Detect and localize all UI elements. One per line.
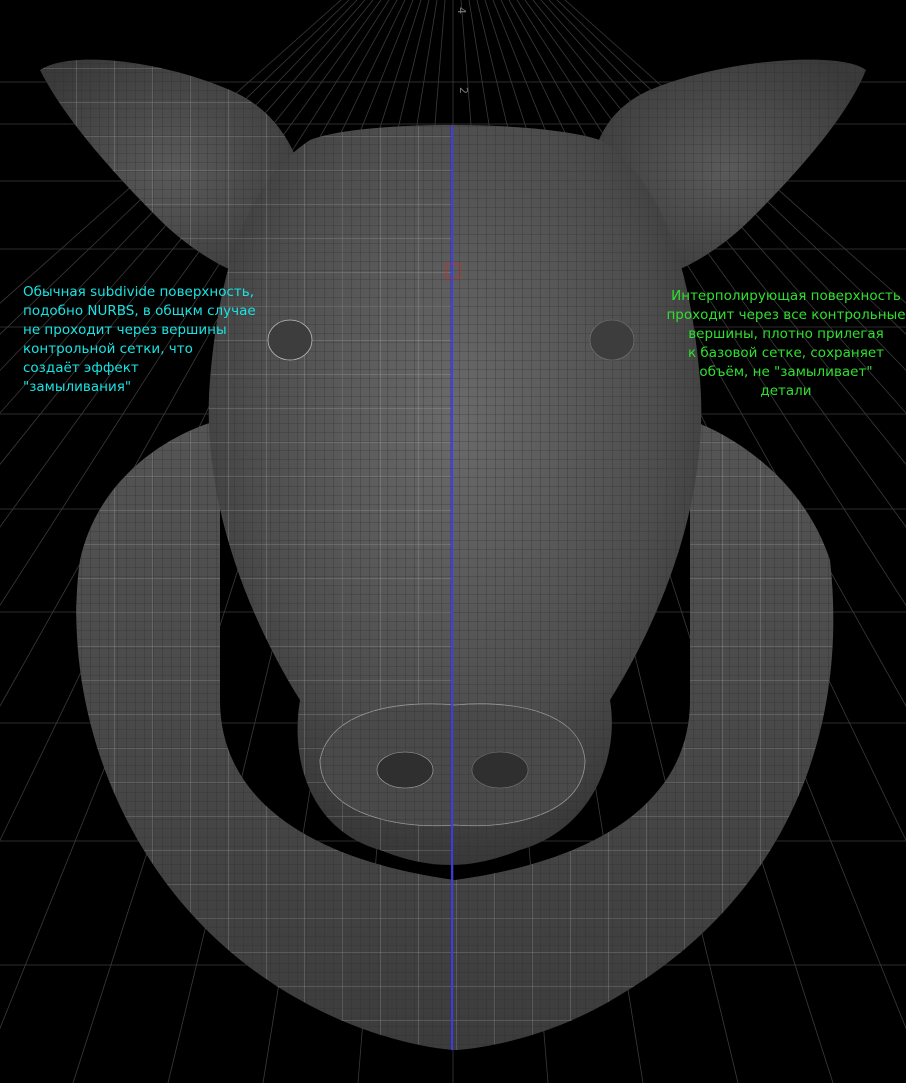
- axis-tick-label: 2: [457, 87, 470, 94]
- viewport-canvas: [0, 0, 906, 1083]
- annotation-left-subdivide: Обычная subdivide поверхность, подобно N…: [23, 284, 256, 395]
- left-nostril: [376, 751, 434, 789]
- axis-tick-label: 4: [455, 7, 468, 14]
- annotation-right-interpolating: Интерполирующая поверхность проходит чер…: [666, 288, 906, 399]
- left-eye: [267, 319, 313, 361]
- right-nostril: [471, 751, 529, 789]
- right-eye: [589, 319, 635, 361]
- 3d-viewport[interactable]: 4 2 Обычная subdivide поверхность, подоб…: [0, 0, 906, 1083]
